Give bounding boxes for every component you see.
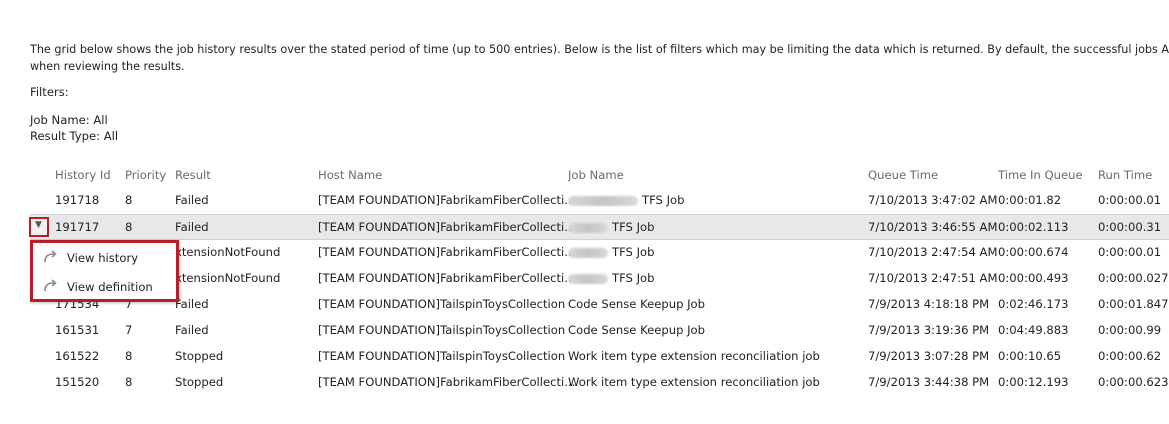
cell-result: Stopped bbox=[175, 375, 224, 389]
grid-header: History Id Priority Result Host Name Job… bbox=[30, 164, 1169, 186]
cell-host-name: [TEAM FOUNDATION]FabrikamFiberCollecti..… bbox=[318, 375, 576, 389]
table-row[interactable]: 191717 8 Failed [TEAM FOUNDATION]FabrikamFi… bbox=[30, 214, 1169, 240]
cell-result: Failed bbox=[175, 297, 209, 311]
intro-line-2: when reviewing the results. bbox=[30, 60, 185, 73]
cell-history-id: 191717 bbox=[55, 220, 100, 234]
cell-history-id: 151520 bbox=[55, 375, 100, 389]
job-name-text: TFS Job bbox=[612, 220, 655, 234]
redo-arrow-icon bbox=[44, 250, 57, 263]
table-row[interactable]: xtensionNotFound [TEAM FOUNDATION]Fabrika… bbox=[30, 266, 1169, 292]
cell-run-time: 0:00:00.99 bbox=[1098, 323, 1162, 337]
cell-job-name: TFS Job bbox=[568, 220, 654, 234]
cell-history-id: 191718 bbox=[55, 193, 100, 207]
cell-time-in-queue: 0:04:49.883 bbox=[998, 323, 1069, 337]
cell-run-time: 0:00:00.01 bbox=[1098, 193, 1162, 207]
cell-result: Stopped bbox=[175, 349, 224, 363]
job-name-text: TFS Job bbox=[612, 245, 655, 259]
cell-queue-time: 7/9/2013 3:44:38 PM bbox=[868, 375, 990, 389]
cell-run-time: 0:00:00.027 bbox=[1098, 271, 1169, 285]
menu-item-view-definition[interactable]: View definition bbox=[39, 276, 174, 298]
row-context-menu: View history View definition bbox=[30, 240, 179, 302]
cell-time-in-queue: 0:00:00.493 bbox=[998, 271, 1069, 285]
cell-host-name: [TEAM FOUNDATION]TailspinToysCollection bbox=[318, 323, 566, 337]
cell-result: Failed bbox=[175, 323, 209, 337]
cell-host-name: [TEAM FOUNDATION]TailspinToysCollection bbox=[318, 349, 566, 363]
cell-time-in-queue: 0:00:00.674 bbox=[998, 245, 1069, 259]
chevron-down-icon: ▼ bbox=[35, 220, 42, 230]
cell-result: Failed bbox=[175, 193, 209, 207]
table-row[interactable]: 151520 8 Stopped [TEAM FOUNDATION]FabrikamF… bbox=[30, 370, 1169, 396]
filters-label: Filters: bbox=[30, 85, 69, 99]
table-row[interactable]: 171534 7 Failed [TEAM FOUNDATION]TailspinTo… bbox=[30, 292, 1169, 318]
redacted-job-prefix bbox=[568, 247, 608, 258]
cell-history-id: 161522 bbox=[55, 349, 100, 363]
table-row[interactable]: 191718 8 Failed [TEAM FOUNDATION]FabrikamFi… bbox=[30, 188, 1169, 214]
column-header-history-id[interactable]: History Id bbox=[55, 168, 111, 182]
column-header-time-in-queue[interactable]: Time In Queue bbox=[998, 168, 1083, 182]
column-header-priority[interactable]: Priority bbox=[125, 168, 166, 182]
cell-result: Failed bbox=[175, 220, 209, 234]
column-header-host-name[interactable]: Host Name bbox=[318, 168, 382, 182]
filter-job-name: Job Name: All bbox=[30, 113, 108, 127]
redacted-job-prefix bbox=[568, 222, 608, 233]
intro-line-1: The grid below shows the job history res… bbox=[30, 43, 1169, 56]
menu-item-view-history[interactable]: View history bbox=[39, 247, 174, 269]
redacted-job-prefix bbox=[568, 195, 638, 206]
cell-time-in-queue: 0:00:01.82 bbox=[998, 193, 1062, 207]
cell-job-name: Work item type extension reconciliation … bbox=[568, 349, 820, 363]
menu-item-label: View history bbox=[67, 251, 139, 265]
cell-queue-time: 7/9/2013 3:19:36 PM bbox=[868, 323, 990, 337]
column-header-run-time[interactable]: Run Time bbox=[1098, 168, 1152, 182]
cell-host-name: [TEAM FOUNDATION]FabrikamFiberCollecti..… bbox=[318, 271, 576, 285]
cell-history-id: 161531 bbox=[55, 323, 100, 337]
cell-priority: 7 bbox=[125, 323, 133, 337]
cell-job-name: Work item type extension reconciliation … bbox=[568, 375, 820, 389]
cell-host-name: [TEAM FOUNDATION]FabrikamFiberCollecti..… bbox=[318, 193, 576, 207]
cell-job-name: Code Sense Keepup Job bbox=[568, 297, 705, 311]
filter-result-type: Result Type: All bbox=[30, 129, 119, 143]
cell-job-name: TFS Job bbox=[568, 271, 654, 285]
cell-time-in-queue: 0:00:12.193 bbox=[998, 375, 1069, 389]
cell-queue-time: 7/9/2013 3:07:28 PM bbox=[868, 349, 990, 363]
row-menu-toggle[interactable]: ▼ bbox=[29, 217, 49, 237]
column-header-queue-time[interactable]: Queue Time bbox=[868, 168, 938, 182]
redacted-job-prefix bbox=[568, 273, 608, 284]
cell-run-time: 0:00:00.623 bbox=[1098, 375, 1169, 389]
cell-result: xtensionNotFound bbox=[175, 245, 281, 259]
column-header-result[interactable]: Result bbox=[175, 168, 211, 182]
cell-run-time: 0:00:01.847 bbox=[1098, 297, 1169, 311]
cell-queue-time: 7/10/2013 3:47:02 AM bbox=[868, 193, 998, 207]
cell-queue-time: 7/10/2013 2:47:54 AM bbox=[868, 245, 998, 259]
cell-time-in-queue: 0:02:46.173 bbox=[998, 297, 1069, 311]
cell-host-name: [TEAM FOUNDATION]FabrikamFiberCollecti..… bbox=[318, 220, 576, 234]
table-row[interactable]: 161531 7 Failed [TEAM FOUNDATION]TailspinTo… bbox=[30, 318, 1169, 344]
cell-queue-time: 7/10/2013 3:46:55 AM bbox=[868, 220, 998, 234]
cell-queue-time: 7/9/2013 4:18:18 PM bbox=[868, 297, 990, 311]
cell-run-time: 0:00:00.01 bbox=[1098, 245, 1162, 259]
cell-run-time: 0:00:00.62 bbox=[1098, 349, 1162, 363]
cell-job-name: TFS Job bbox=[568, 193, 684, 207]
cell-job-name: Code Sense Keepup Job bbox=[568, 323, 705, 337]
cell-priority: 8 bbox=[125, 349, 133, 363]
table-row[interactable]: xtensionNotFound [TEAM FOUNDATION]Fabrika… bbox=[30, 240, 1169, 266]
column-header-job-name[interactable]: Job Name bbox=[568, 168, 624, 182]
job-name-text: TFS Job bbox=[612, 271, 655, 285]
cell-time-in-queue: 0:00:02.113 bbox=[998, 220, 1069, 234]
table-row[interactable]: 161522 8 Stopped [TEAM FOUNDATION]TailspinT… bbox=[30, 344, 1169, 370]
cell-priority: 8 bbox=[125, 220, 133, 234]
cell-host-name: [TEAM FOUNDATION]FabrikamFiberCollecti..… bbox=[318, 245, 576, 259]
cell-host-name: [TEAM FOUNDATION]TailspinToysCollection bbox=[318, 297, 566, 311]
job-name-text: TFS Job bbox=[642, 193, 685, 207]
intro-text: The grid below shows the job history res… bbox=[30, 41, 1169, 75]
cell-priority: 8 bbox=[125, 193, 133, 207]
cell-time-in-queue: 0:00:10.65 bbox=[998, 349, 1062, 363]
menu-item-label: View definition bbox=[67, 280, 153, 294]
cell-job-name: TFS Job bbox=[568, 245, 654, 259]
redo-arrow-icon bbox=[44, 279, 57, 292]
cell-result: xtensionNotFound bbox=[175, 271, 281, 285]
cell-run-time: 0:00:00.31 bbox=[1098, 220, 1162, 234]
cell-priority: 8 bbox=[125, 375, 133, 389]
cell-queue-time: 7/10/2013 2:47:51 AM bbox=[868, 271, 998, 285]
